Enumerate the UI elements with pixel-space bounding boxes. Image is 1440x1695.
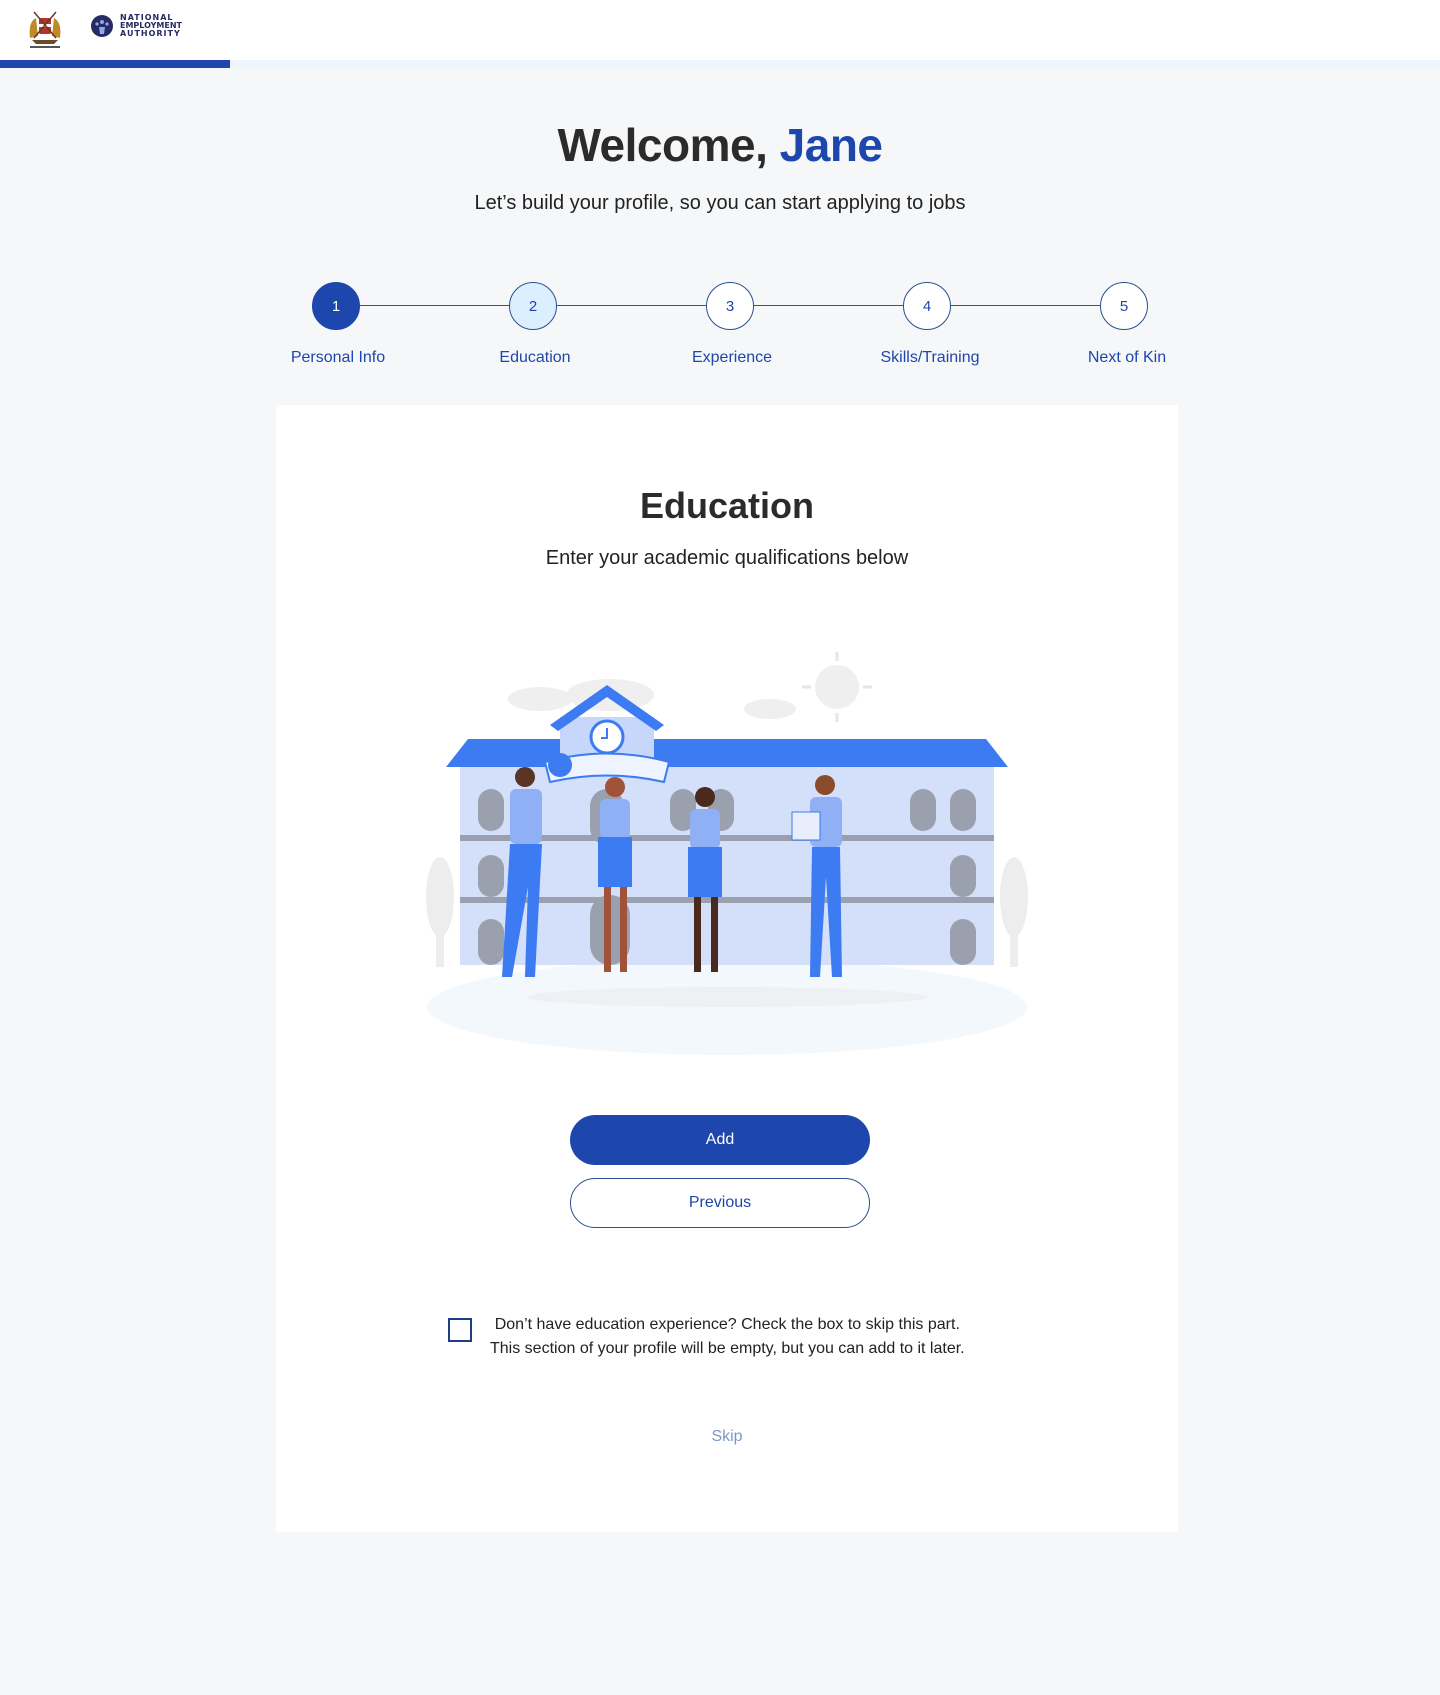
step-personal-info[interactable]: 1 <box>312 282 360 330</box>
step-label-experience: Experience <box>691 349 773 366</box>
welcome-subtitle: Let’s build your profile, so you can sta… <box>474 192 966 214</box>
step-label-personal-info: Personal Info <box>290 349 386 366</box>
step-education[interactable]: 2 <box>509 282 557 330</box>
step-connector <box>951 305 1101 306</box>
profile-stepper: 1 2 3 4 5 Personal Info Education Experi… <box>0 282 1440 372</box>
skip-education-checkbox[interactable] <box>448 1318 472 1342</box>
skip-education-option: Don’t have education experience? Check t… <box>448 1313 1028 1361</box>
step-next-of-kin[interactable]: 5 <box>1100 282 1148 330</box>
step-connector <box>754 305 904 306</box>
skip-description-line: Don’t have education experience? Check t… <box>494 1316 960 1333</box>
nea-logo-line: AUTHORITY <box>120 29 181 38</box>
profile-progress-bar <box>0 60 1440 68</box>
section-title: Education <box>639 485 814 526</box>
step-skills-training[interactable]: 4 <box>903 282 951 330</box>
welcome-greeting: Welcome, <box>557 119 768 171</box>
skip-link[interactable]: Skip <box>276 1428 1178 1446</box>
skip-education-description: Don’t have education experience? Check t… <box>490 1313 965 1361</box>
profile-progress-fill <box>0 60 231 68</box>
welcome-heading: Welcome, Jane <box>0 118 1440 172</box>
section-subtitle: Enter your academic qualifications below <box>545 547 909 569</box>
step-label-next-of-kin: Next of Kin <box>1087 349 1167 366</box>
top-header: NATIONAL EMPLOYMENT AUTHORITY <box>0 0 1440 60</box>
step-connector <box>557 305 707 306</box>
step-experience[interactable]: 3 <box>706 282 754 330</box>
welcome-user-name: Jane <box>779 119 883 171</box>
previous-button[interactable]: Previous <box>570 1178 870 1228</box>
kenya-coat-of-arms-logo <box>29 11 61 48</box>
step-label-skills-training: Skills/Training <box>880 349 980 366</box>
school-students-illustration <box>426 652 1028 1055</box>
step-connector <box>360 305 510 306</box>
nea-emblem-icon <box>91 15 113 37</box>
nea-logo: NATIONAL EMPLOYMENT AUTHORITY <box>90 14 182 38</box>
step-label-education: Education <box>499 349 571 366</box>
education-card: Education Enter your academic qualificat… <box>276 405 1178 1532</box>
skip-description-line: This section of your profile will be emp… <box>490 1340 965 1357</box>
add-education-button[interactable]: Add <box>570 1115 870 1165</box>
